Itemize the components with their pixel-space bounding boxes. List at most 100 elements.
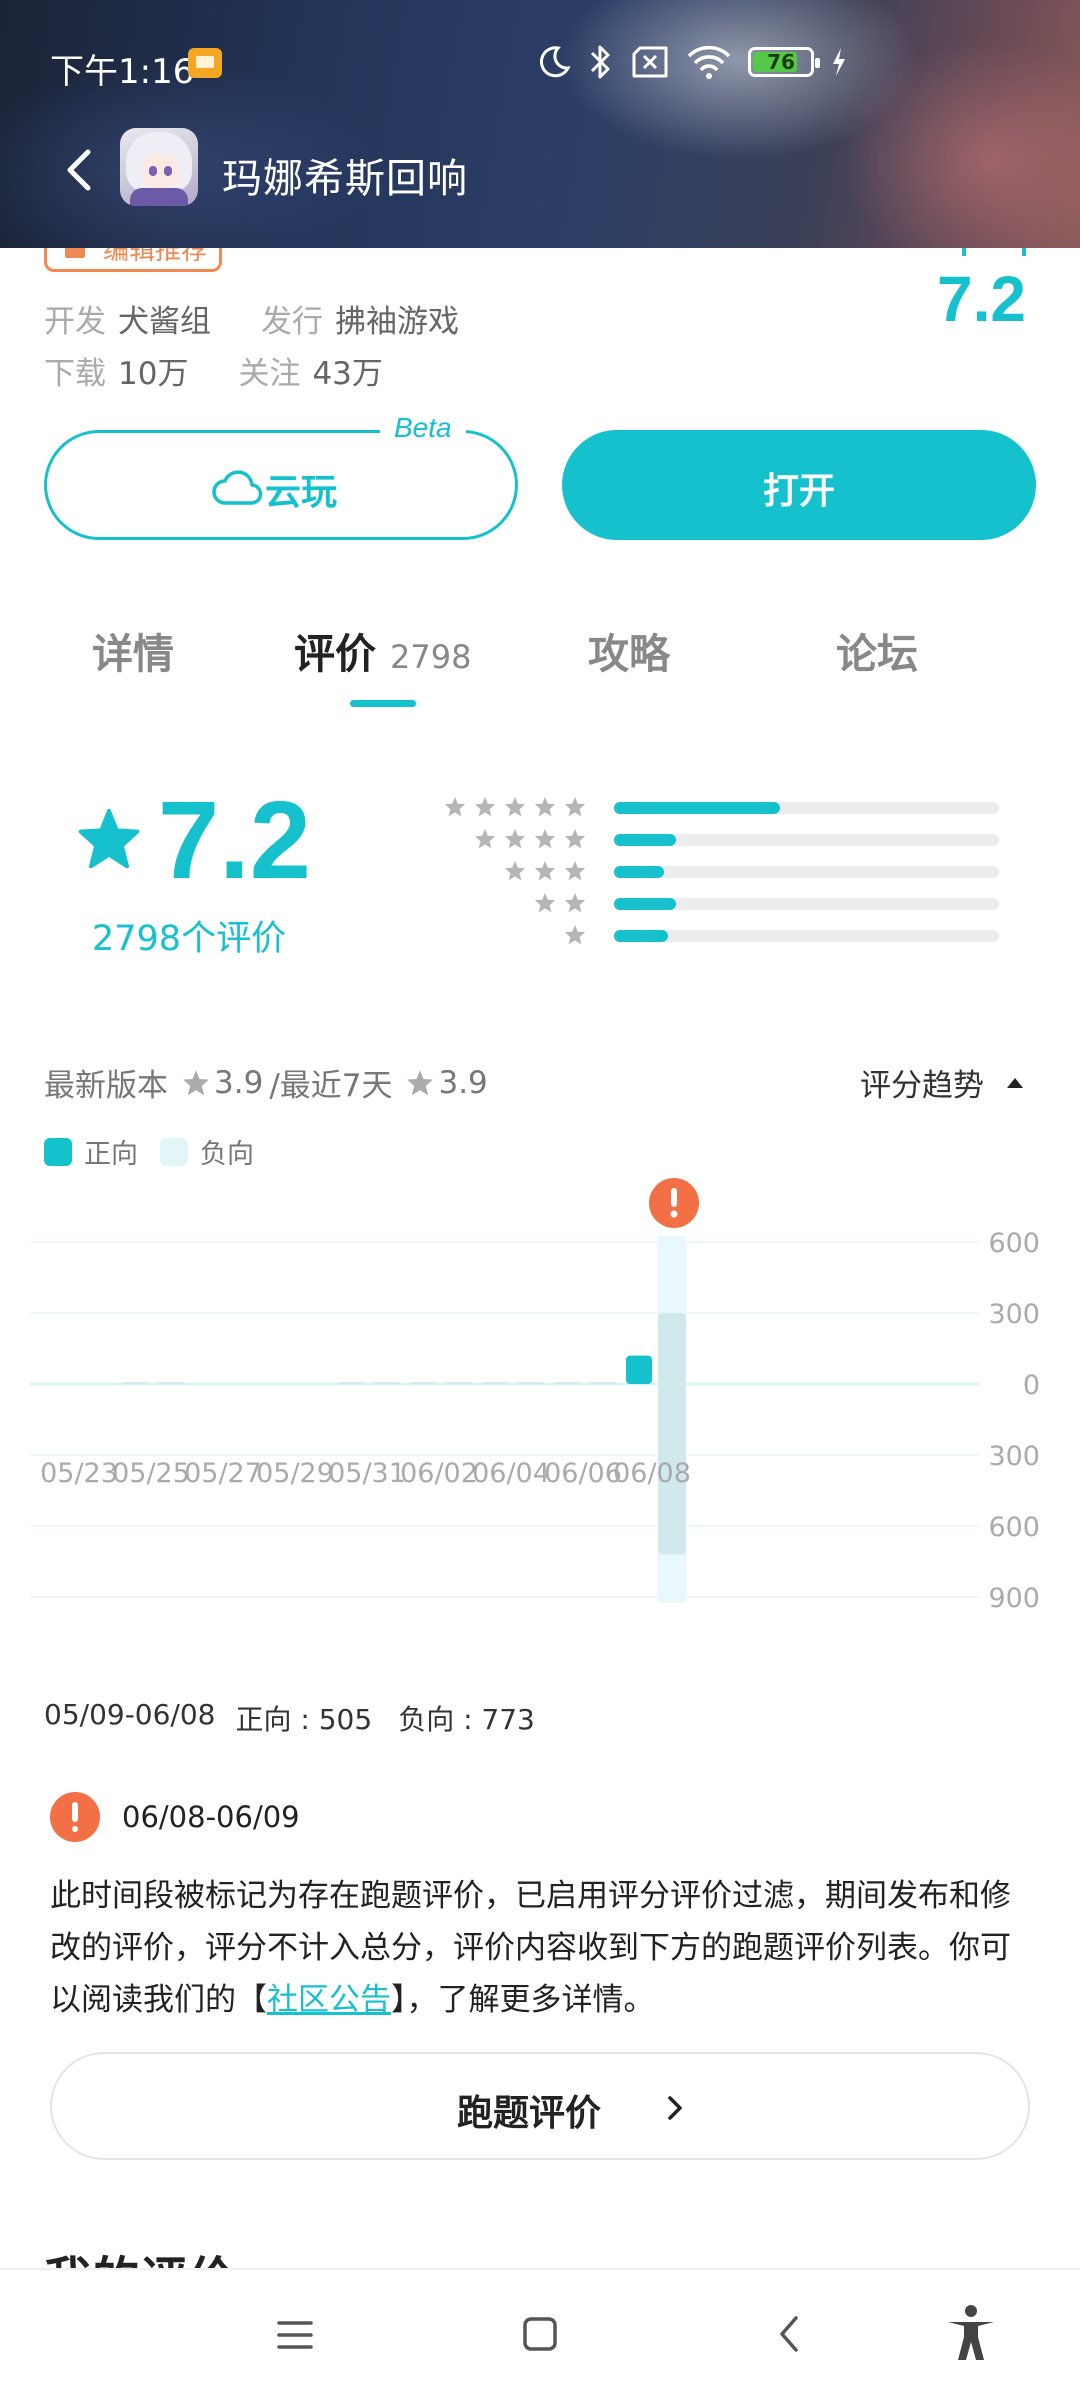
latest-version-label: 最新版本: [44, 1068, 168, 1104]
rating-bar-track: [614, 930, 999, 942]
developer-publisher-row: 开发 犬酱组 发行 拂袖游戏: [44, 296, 459, 341]
rating-row-2-star: [414, 892, 1004, 916]
x-tick-label: 05/31: [328, 1458, 406, 1489]
battery-icon: 76: [748, 47, 820, 77]
off-topic-reviews-button[interactable]: 跑题评价: [50, 2052, 1030, 2160]
range-dates: 05/09-06/08: [44, 1698, 216, 1731]
star-group: [564, 924, 586, 945]
tab-bar: 详情 评价 2798 攻略 论坛: [0, 620, 1080, 700]
star-icon: [534, 860, 556, 881]
review-count: 2798个评价: [92, 919, 287, 959]
developer-name[interactable]: 犬酱组: [118, 296, 211, 341]
tab-guides[interactable]: 攻略: [588, 620, 670, 680]
tab-details[interactable]: 详情: [92, 620, 174, 680]
back-icon[interactable]: [776, 2314, 802, 2354]
rating-bar-fill: [614, 866, 665, 878]
app-header: 下午1:16 76 玛娜希斯回响: [0, 0, 1080, 248]
warning-icon-bar: [671, 1188, 677, 1207]
tab-reviews[interactable]: 评价 2798: [294, 620, 471, 680]
rating-bar-fill: [614, 898, 676, 910]
star-icon: [564, 860, 586, 881]
downloads-label: 下载: [44, 356, 106, 392]
cloud-play-label: 云玩: [264, 472, 337, 513]
bar-positive: [446, 1382, 472, 1384]
x-tick-label: 06/08: [613, 1458, 691, 1489]
bluetooth-icon: [590, 45, 610, 79]
home-icon[interactable]: [522, 2316, 558, 2352]
star-icon: [183, 1070, 209, 1096]
cloud-play-button[interactable]: 云玩: [44, 430, 518, 540]
status-time: 下午1:16: [50, 52, 195, 92]
warning-icon: [50, 1792, 100, 1842]
community-announcement-link[interactable]: 社区公告: [267, 1982, 391, 2018]
legend-positive-label: 正向: [84, 1139, 138, 1170]
bar-positive: [554, 1382, 580, 1384]
score-trend-chart[interactable]: 600 300 0 300 600 900 05/2305/2505/2705/2905/3…: [0, 1170, 1080, 1660]
score-trend-label: 评分趋势: [860, 1068, 984, 1104]
off-topic-reviews-label: 跑题评价: [456, 2093, 601, 2134]
menu-icon[interactable]: [276, 2318, 314, 2352]
star-icon: [564, 796, 586, 817]
x-tick-label: 06/04: [472, 1458, 550, 1489]
positive-count: 正向 : 505: [235, 1703, 373, 1736]
y-tick-label: 300: [988, 1441, 1040, 1472]
rating-bar-fill: [614, 930, 668, 942]
tab-forum[interactable]: 论坛: [836, 620, 918, 680]
publisher-name[interactable]: 拂袖游戏: [335, 296, 459, 341]
star-icon: [534, 796, 556, 817]
downloads-value: 10万: [118, 356, 189, 392]
open-label: 打开: [762, 471, 835, 512]
version-score-line: 最新版本 3.9 /最近7天 3.9: [44, 1060, 488, 1105]
y-tick-label: 600: [988, 1228, 1040, 1259]
rating-row-3-star: [414, 860, 1004, 884]
bar-positive: [482, 1382, 508, 1384]
star-icon: [564, 828, 586, 849]
bar-positive: [338, 1382, 364, 1384]
back-button[interactable]: [56, 140, 106, 200]
notification-icon: [188, 48, 222, 78]
bar-positive: [374, 1382, 400, 1384]
caret-up-icon: [1007, 1077, 1023, 1088]
tab-reviews-count: 2798: [390, 638, 472, 676]
chart-legend: 正向 负向: [44, 1132, 254, 1171]
bar-positive: [158, 1382, 184, 1384]
recent-7-days-label: /最近7天: [269, 1068, 393, 1104]
legend-negative-label: 负向: [200, 1139, 254, 1170]
notice-date: 06/08-06/09: [122, 1800, 300, 1834]
accessibility-icon[interactable]: [944, 2304, 998, 2362]
star-icon: [534, 828, 556, 849]
app-title: 玛娜希斯回响: [222, 156, 468, 202]
warning-icon-dot: [670, 1210, 678, 1218]
active-tab-indicator: [350, 700, 416, 707]
app-icon: [120, 128, 198, 206]
star-group: [504, 860, 586, 881]
moon-icon: [539, 46, 571, 78]
no-sim-icon: [632, 46, 668, 78]
star-icon: [78, 808, 140, 868]
bar-positive: [410, 1382, 436, 1384]
download-follow-row: 下载 10万 关注 43万: [44, 348, 383, 393]
star-icon: [504, 860, 526, 881]
bar-positive: [626, 1355, 652, 1384]
chevron-right-icon: [668, 2096, 682, 2120]
x-tick-label: 05/23: [40, 1458, 118, 1489]
star-icon: [474, 828, 496, 849]
developer-label: 开发: [44, 304, 106, 340]
beta-badge: Beta: [380, 412, 466, 444]
wifi-icon: [687, 45, 731, 79]
score-trend-toggle[interactable]: 评分趋势: [860, 1060, 1024, 1105]
star-icon: [474, 796, 496, 817]
rating-bar-track: [614, 802, 999, 814]
y-tick-label: 300: [988, 1299, 1040, 1330]
open-button[interactable]: 打开: [562, 430, 1036, 540]
tab-reviews-label: 评价: [294, 630, 376, 678]
game-score: 7.2: [937, 263, 1026, 335]
x-tick-label: 05/29: [256, 1458, 334, 1489]
star-icon: [564, 892, 586, 913]
recent-7-days-score: 3.9: [438, 1064, 488, 1101]
y-tick-label: 900: [988, 1583, 1040, 1614]
rating-row-4-star: [414, 828, 1004, 852]
notice-text: 此时间段被标记为存在跑题评价，已启用评分评价过滤，期间发布和修改的评价，评分不计…: [50, 1870, 1040, 2026]
x-tick-label: 06/06: [544, 1458, 622, 1489]
star-icon: [534, 892, 556, 913]
